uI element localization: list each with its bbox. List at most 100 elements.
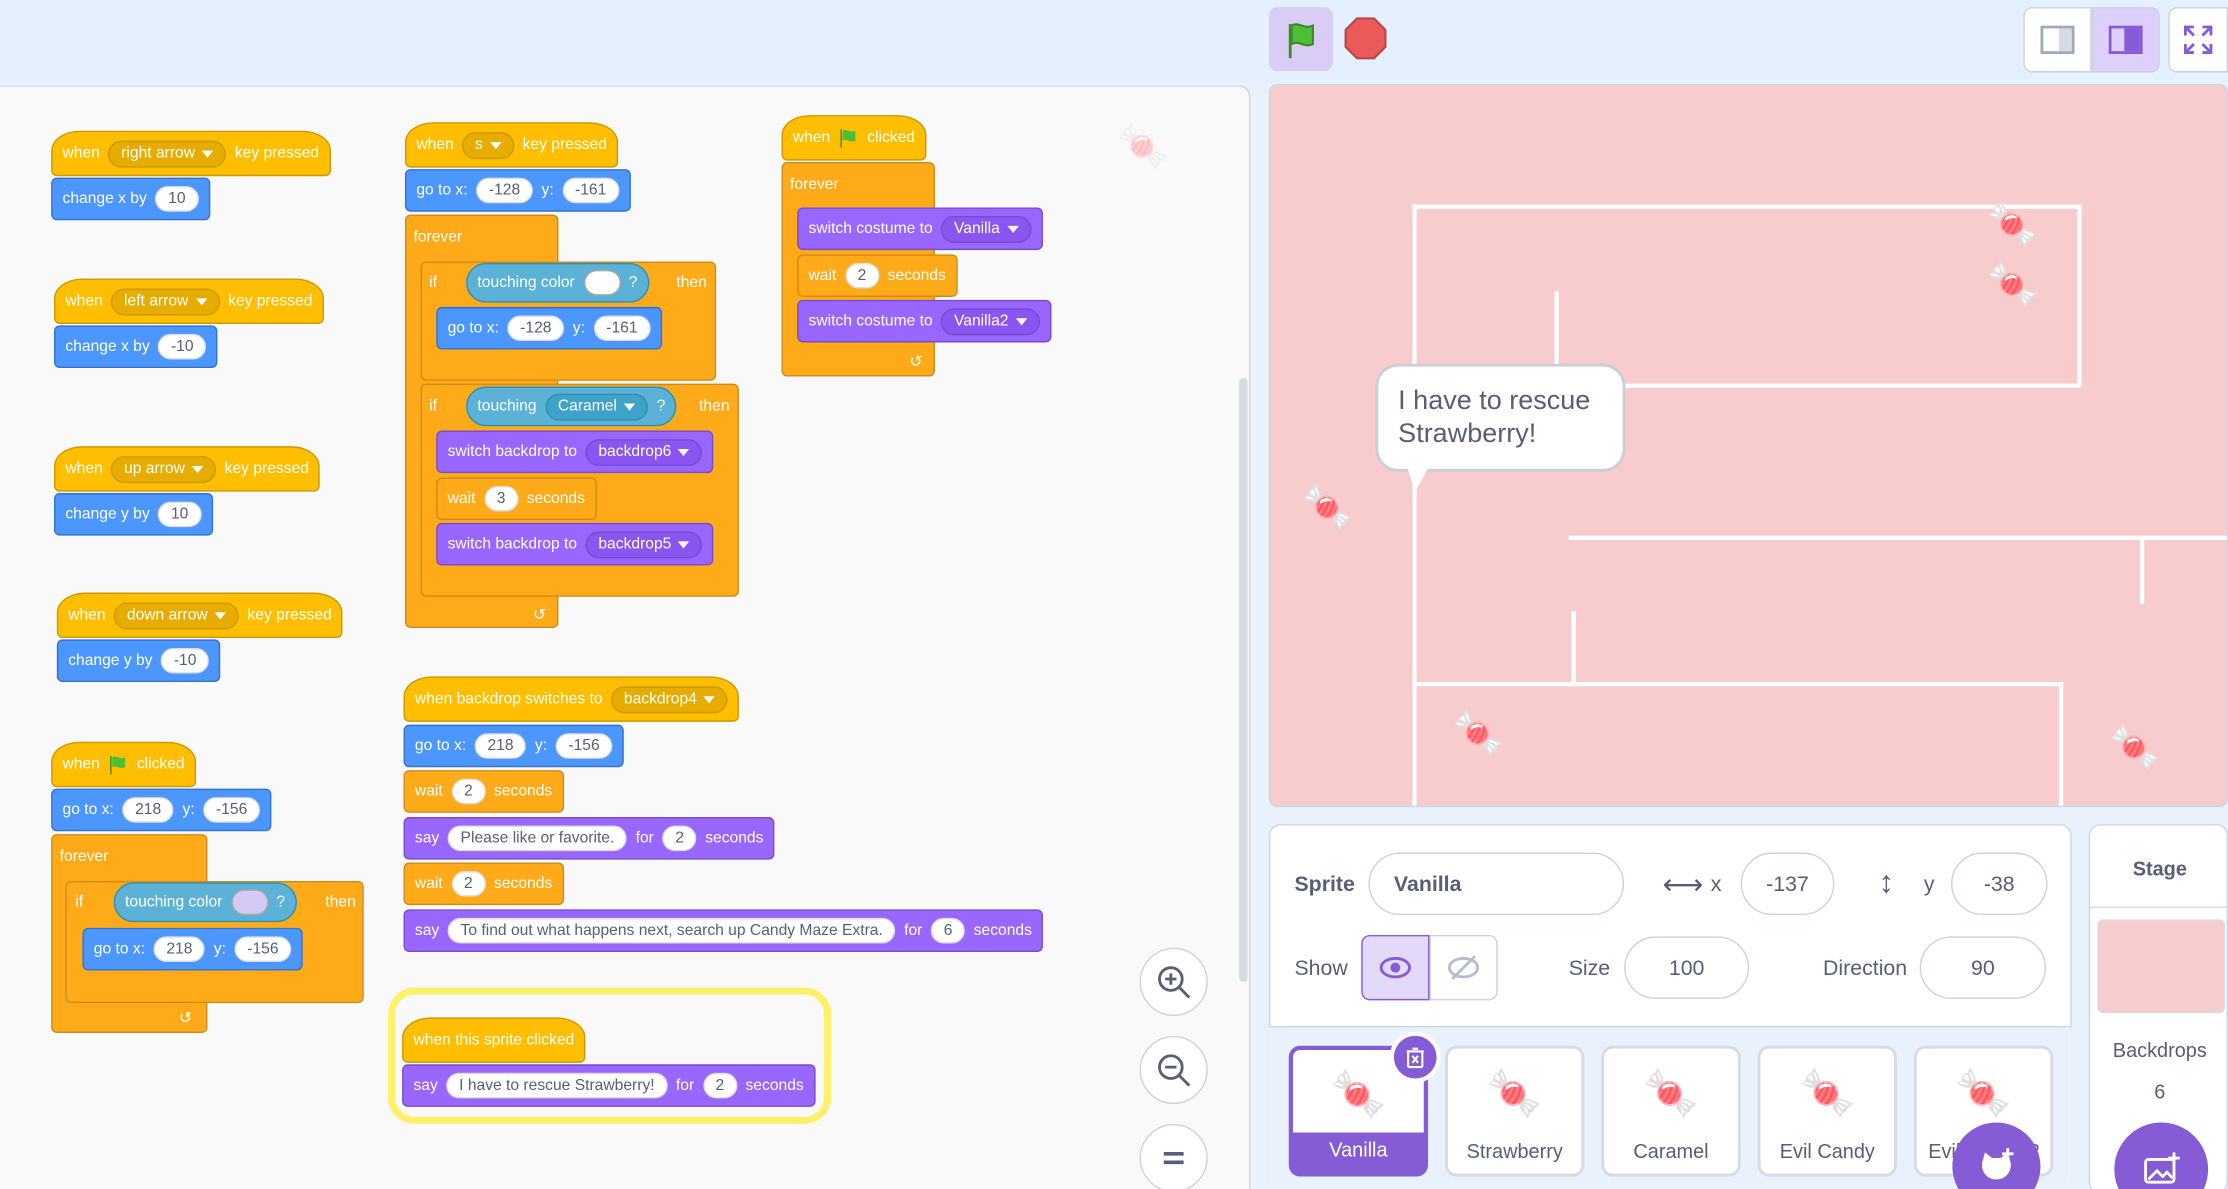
large-stage-button[interactable] <box>2091 7 2160 73</box>
sprite-dropdown[interactable]: Caramel <box>545 392 649 420</box>
wait-value[interactable]: 2 <box>451 871 486 897</box>
show-hidden-button[interactable] <box>1429 934 1498 1001</box>
touching-color-block[interactable]: touching color ? <box>466 262 649 303</box>
sprite-tile-caramel[interactable]: 🍬 Caramel <box>1601 1045 1741 1177</box>
y-value[interactable]: -161 <box>562 177 620 204</box>
say-message[interactable]: Please like or favorite. <box>447 825 628 852</box>
y-value[interactable]: -161 <box>593 315 651 342</box>
wait-block[interactable]: wait 2 seconds <box>403 770 564 813</box>
sprite-tile-strawberry[interactable]: 🍬 Strawberry <box>1445 1045 1585 1177</box>
when-up-arrow-pressed-block[interactable]: when up arrow key pressed <box>53 446 321 492</box>
change-x-value[interactable]: -10 <box>158 333 207 360</box>
change-x-block[interactable]: change x by -10 <box>53 325 218 369</box>
x-position-input[interactable]: -137 <box>1740 852 1835 916</box>
stop-button[interactable] <box>1344 17 1387 60</box>
color-swatch[interactable] <box>583 269 621 296</box>
sprite-name-input[interactable]: Vanilla <box>1368 852 1625 916</box>
evil-candy-2-sprite-icon[interactable]: 🍬 <box>2109 727 2162 771</box>
say-message[interactable]: I have to rescue Strawberry! <box>446 1072 668 1099</box>
direction-input[interactable]: 90 <box>1919 936 2047 999</box>
touching-color-label: touching color <box>125 893 223 911</box>
key-dropdown[interactable]: s <box>462 131 515 159</box>
wait-value[interactable]: 2 <box>451 778 486 805</box>
change-x-value[interactable]: 10 <box>155 186 199 212</box>
go-to-xy-block[interactable]: go to x: 218 y: -156 <box>82 927 303 971</box>
key-dropdown[interactable]: up arrow <box>111 455 217 483</box>
x-value[interactable]: 218 <box>474 733 527 759</box>
change-y-value[interactable]: 10 <box>158 501 202 528</box>
when-label: when <box>62 755 100 773</box>
y-position-input[interactable]: -38 <box>1950 852 2048 916</box>
say-for-secs-block[interactable]: say Please like or favorite. for 2 secon… <box>403 817 775 860</box>
when-flag-clicked-block[interactable]: when clicked <box>781 115 927 161</box>
strawberry-sprite-icon[interactable]: 🍬 <box>1452 713 1505 756</box>
x-value[interactable]: 218 <box>153 936 206 962</box>
color-swatch[interactable] <box>230 889 268 916</box>
touching-sprite-block[interactable]: touching Caramel ? <box>466 386 677 427</box>
small-stage-button[interactable] <box>2023 7 2092 73</box>
key-dropdown[interactable]: left arrow <box>111 287 220 315</box>
when-right-arrow-pressed-block[interactable]: when right arrow key pressed <box>51 130 331 177</box>
say-seconds-value[interactable]: 2 <box>702 1072 737 1099</box>
y-value[interactable]: -156 <box>555 733 613 759</box>
switch-costume-block[interactable]: switch costume to Vanilla <box>797 207 1043 251</box>
green-flag-button[interactable] <box>1268 7 1333 72</box>
show-visible-button[interactable] <box>1361 934 1430 1001</box>
say-for-secs-block[interactable]: say I have to rescue Strawberry! for 2 s… <box>402 1064 816 1107</box>
wait-block[interactable]: wait 3 seconds <box>436 477 597 521</box>
wait-block[interactable]: wait 2 seconds <box>403 862 564 906</box>
go-to-xy-block[interactable]: go to x: 218 y: -156 <box>403 724 624 768</box>
sprite-tile-evil-candy[interactable]: 🍬 Evil Candy <box>1757 1045 1897 1177</box>
workspace-scrollbar[interactable] <box>1239 377 1248 982</box>
x-value[interactable]: -128 <box>476 177 534 204</box>
say-seconds-value[interactable]: 6 <box>930 917 966 944</box>
evil-candy-sprite-icon[interactable]: 🍬 <box>1986 204 2039 248</box>
switch-costume-block[interactable]: switch costume to Vanilla2 <box>797 299 1052 343</box>
when-down-arrow-pressed-block[interactable]: when down arrow key pressed <box>56 592 344 638</box>
x-value[interactable]: 218 <box>122 797 174 823</box>
change-x-block[interactable]: change x by 10 <box>51 177 210 221</box>
when-s-key-pressed-block[interactable]: when s key pressed <box>404 122 619 168</box>
y-value[interactable]: -156 <box>234 936 292 962</box>
backdrop-dropdown[interactable]: backdrop6 <box>585 438 703 466</box>
zoom-reset-button[interactable] <box>1139 1123 1208 1189</box>
when-this-sprite-clicked-block[interactable]: when this sprite clicked <box>402 1017 586 1063</box>
change-y-block[interactable]: change y by 10 <box>53 493 213 536</box>
green-flag-icon <box>1288 22 1314 58</box>
change-y-value[interactable]: -10 <box>161 647 210 674</box>
when-left-arrow-pressed-block[interactable]: when left arrow key pressed <box>53 278 324 324</box>
key-pressed-label: key pressed <box>234 144 320 162</box>
go-to-xy-block[interactable]: go to x: -128 y: -161 <box>404 169 631 212</box>
say-seconds-value[interactable]: 2 <box>662 825 697 852</box>
caramel-sprite-icon[interactable]: 🍬 <box>1986 264 2039 307</box>
y-value[interactable]: -156 <box>203 797 261 823</box>
delete-sprite-button[interactable] <box>1389 1031 1441 1083</box>
zoom-in-button[interactable] <box>1139 947 1208 1016</box>
x-value[interactable]: -128 <box>507 315 565 342</box>
size-input[interactable]: 100 <box>1624 936 1750 999</box>
vanilla-sprite-icon[interactable]: 🍬 <box>1302 487 1355 530</box>
backdrop-dropdown[interactable]: backdrop5 <box>585 530 703 558</box>
costume-dropdown[interactable]: Vanilla2 <box>941 307 1040 335</box>
backdrop-thumbnail[interactable] <box>2097 919 2226 1014</box>
wait-value[interactable]: 2 <box>844 262 880 289</box>
key-dropdown[interactable]: right arrow <box>108 139 227 167</box>
go-to-xy-block[interactable]: go to x: -128 y: -161 <box>436 306 662 350</box>
go-to-xy-block[interactable]: go to x: 218 y: -156 <box>51 788 272 832</box>
zoom-out-button[interactable] <box>1139 1035 1208 1105</box>
costume-dropdown[interactable]: Vanilla <box>941 215 1032 243</box>
fullscreen-button[interactable] <box>2168 7 2228 73</box>
key-dropdown[interactable]: down arrow <box>114 601 239 629</box>
when-flag-clicked-block[interactable]: when clicked <box>51 741 196 788</box>
backdrop-dropdown[interactable]: backdrop4 <box>611 685 729 713</box>
touching-color-block[interactable]: touching color ? <box>113 882 297 923</box>
say-message[interactable]: To find out what happens next, search up… <box>447 917 896 944</box>
switch-backdrop-block[interactable]: switch backdrop to backdrop6 <box>436 430 714 474</box>
switch-backdrop-block[interactable]: switch backdrop to backdrop5 <box>436 522 714 566</box>
wait-block[interactable]: wait 2 seconds <box>797 254 958 297</box>
change-y-block[interactable]: change y by -10 <box>56 639 221 683</box>
clicked-label: clicked <box>136 755 185 773</box>
when-backdrop-switches-block[interactable]: when backdrop switches to backdrop4 <box>403 676 740 722</box>
say-for-secs-block[interactable]: say To find out what happens next, searc… <box>403 909 1044 953</box>
wait-value[interactable]: 3 <box>483 485 519 512</box>
